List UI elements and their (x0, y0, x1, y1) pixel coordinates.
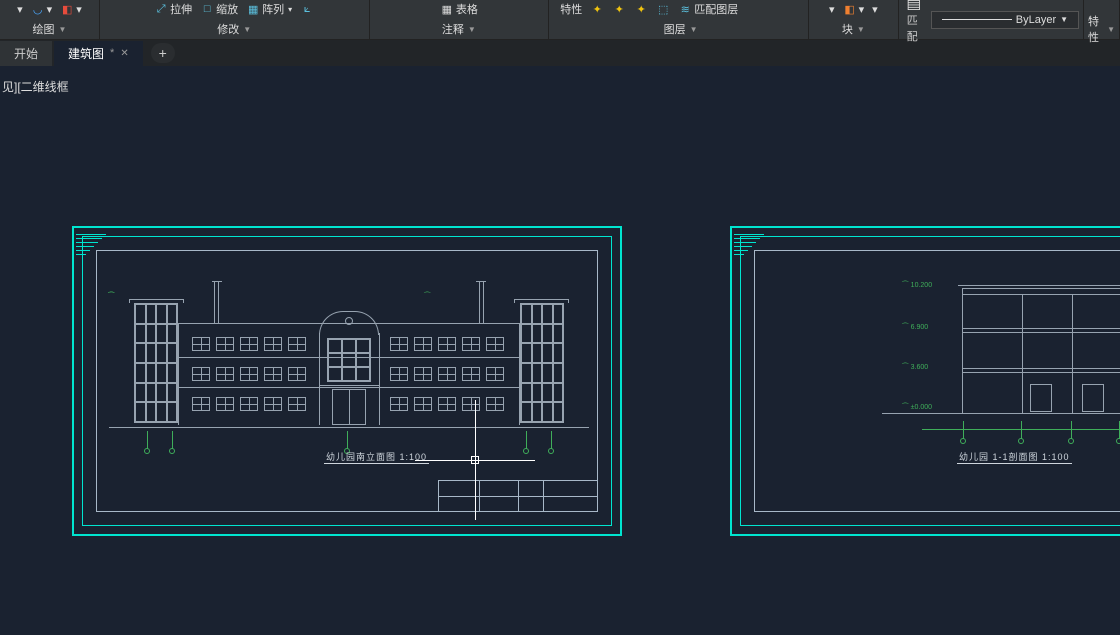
drawing-frame-2: ⏜ 10.200 ⏜ 6.900 ⏜ 3.600 ⏜ ±0.000 幼儿园 1-… (730, 226, 1120, 536)
panel-draw: ▾ ◡▾ ◧▾ 绘图▼ (0, 0, 100, 39)
drawing-frame-1: ⏜ ⏜ ⏜ 幼儿园南立面图 1:100 (72, 226, 622, 536)
tab-close-icon[interactable]: ✕ (120, 48, 128, 59)
tab-drawing[interactable]: 建筑图 * ✕ (54, 41, 143, 66)
tool-mirror-icon[interactable]: ⟀ (297, 2, 317, 16)
panel-block-tools: ▾ ◧▾ ▾ (826, 0, 881, 18)
layer-tool-4[interactable]: ⬚ (653, 2, 673, 16)
panel-annotate-tools: ▦表格 (437, 0, 481, 18)
panel-layers-label[interactable]: 图层▼ (664, 19, 698, 39)
panel-annotate-label[interactable]: 注释▼ (442, 19, 476, 39)
linetype-value: ByLayer (1016, 14, 1056, 26)
layers-props-label: 特性 (557, 1, 585, 17)
tab-start[interactable]: 开始 (0, 41, 52, 66)
block-dd2[interactable]: ◧▾ (840, 2, 868, 16)
match-props-label[interactable]: 匹配 (907, 12, 921, 44)
tool-scale[interactable]: □缩放 (197, 1, 241, 17)
panel-properties: ▤ 匹配 ByLayer ▼ (899, 0, 1084, 39)
linetype-selector[interactable]: ByLayer ▼ (931, 11, 1079, 29)
tab-drawing-label: 建筑图 (68, 45, 104, 62)
document-tabbar: 开始 建筑图 * ✕ + (0, 40, 1120, 66)
panel-block: ▾ ◧▾ ▾ 块▼ (809, 0, 899, 39)
panel-modify-label[interactable]: 修改▼ (217, 19, 251, 39)
tool-misc-icon[interactable]: ◧▾ (57, 2, 85, 16)
tool-stretch[interactable]: ⤢拉伸 (151, 1, 195, 17)
panel-props-tail: 特性▼ (1084, 0, 1120, 39)
drawing1-titleblock (438, 480, 598, 512)
panel-draw-label[interactable]: 绘图▼ (32, 19, 66, 39)
view-style-label[interactable]: 见][二维线框 (2, 78, 69, 95)
tool-array[interactable]: ▦阵列▾ (243, 1, 295, 17)
panel-layers-tools: 特性 ✦ ✦ ✦ ⬚ ≋匹配图层 (557, 0, 741, 18)
frame1-corner-hatch (76, 230, 106, 260)
panel-modify: ⤢拉伸 □缩放 ▦阵列▾ ⟀ 修改▼ (100, 0, 370, 39)
panel-draw-tools: ▾ ◡▾ ◧▾ (14, 0, 85, 18)
building-elevation: ⏜ ⏜ ⏜ (114, 293, 584, 428)
ribbon-toolbar: ▾ ◡▾ ◧▾ 绘图▼ ⤢拉伸 □缩放 ▦阵列▾ ⟀ 修改▼ ▦表格 注释▼ 特… (0, 0, 1120, 40)
tab-dirty-indicator: * (110, 47, 114, 59)
tab-start-label: 开始 (14, 45, 38, 62)
panel-modify-tools: ⤢拉伸 □缩放 ▦阵列▾ ⟀ (151, 0, 317, 18)
panel-block-label[interactable]: 块▼ (842, 19, 865, 39)
tool-table[interactable]: ▦表格 (437, 1, 481, 17)
block-dd1[interactable]: ▾ (826, 3, 838, 16)
new-tab-button[interactable]: + (151, 43, 175, 63)
drawing1-caption: 幼儿园南立面图 1:100 (324, 450, 429, 464)
panel-props-label[interactable]: 特性▼ (1088, 19, 1115, 39)
block-dd3[interactable]: ▾ (869, 3, 881, 16)
tool-match-layer[interactable]: ≋匹配图层 (675, 1, 741, 17)
drawing2-caption: 幼儿园 1-1剖面图 1:100 (957, 450, 1072, 464)
building-section: ⏜ 10.200 ⏜ 6.900 ⏜ 3.600 ⏜ ±0.000 (872, 288, 1120, 438)
layer-tool-1[interactable]: ✦ (587, 2, 607, 16)
panel-annotate: ▦表格 注释▼ (370, 0, 550, 39)
match-props-icon[interactable]: ▤ (907, 0, 921, 10)
tool-dd1[interactable]: ▾ (14, 3, 26, 16)
layer-tool-3[interactable]: ✦ (631, 2, 651, 16)
model-viewport[interactable]: 见][二维线框 (0, 66, 1120, 635)
layer-tool-2[interactable]: ✦ (609, 2, 629, 16)
panel-layers: 特性 ✦ ✦ ✦ ⬚ ≋匹配图层 图层▼ (549, 0, 809, 39)
tool-arc-icon[interactable]: ◡▾ (28, 2, 56, 16)
frame2-corner-hatch (734, 230, 764, 260)
